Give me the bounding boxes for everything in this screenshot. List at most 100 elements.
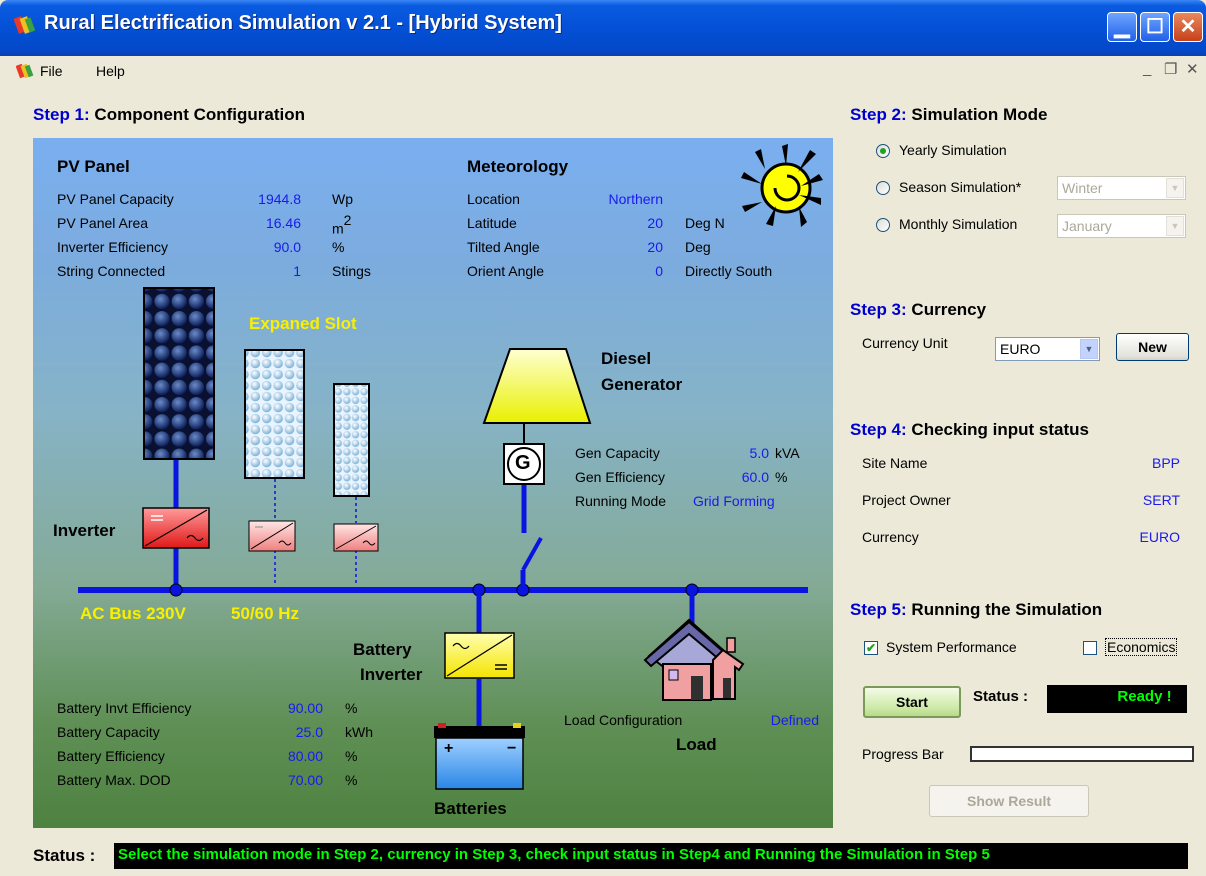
pv-value-capacity: 1944.8 [258, 191, 301, 207]
ac-frequency-label: 50/60 Hz [231, 604, 300, 623]
inverter-icon[interactable] [142, 507, 210, 549]
pv-label-area: PV Panel Area [57, 215, 149, 231]
battery-icon[interactable]: + − [434, 723, 525, 790]
gen-label-mode: Running Mode [575, 493, 667, 509]
pv-unit-area: m2 [332, 212, 352, 237]
statusbar-label: Status : [33, 846, 96, 865]
battery-inverter-label-1: Battery [353, 640, 412, 659]
diesel-label: Diesel [601, 349, 652, 368]
economics-label[interactable]: Economics [1105, 638, 1178, 656]
start-button[interactable]: Start [863, 686, 961, 718]
step5-number: Step 5: [850, 600, 907, 619]
radio-yearly[interactable] [876, 144, 890, 158]
maximize-icon: ☐ [1146, 16, 1164, 38]
diesel-generator-icon[interactable] [482, 348, 592, 485]
sun-icon [741, 144, 823, 227]
gen-label-efficiency: Gen Efficiency [575, 469, 666, 485]
site-name-value: BPP [1151, 455, 1180, 471]
gen-symbol-label: G [515, 452, 531, 474]
load-label: Load [676, 735, 717, 754]
gen-value-capacity: 5.0 [749, 445, 769, 461]
batt-value-efficiency: 80.00 [287, 748, 323, 764]
gen-value-efficiency: 60.0 [741, 469, 769, 485]
gen-value-mode: Grid Forming [693, 493, 775, 509]
document-icon[interactable] [16, 62, 34, 80]
gen-unit-capacity: kVA [775, 445, 800, 461]
pv-panel-expansion-2[interactable] [333, 383, 370, 497]
pv-panel-expansion-1[interactable] [244, 349, 305, 479]
step5-heading: Step 5: Running the Simulation [850, 600, 1102, 620]
title-bar[interactable]: Rural Electrification Simulation v 2.1 -… [0, 0, 1206, 56]
step1-title: Component Configuration [94, 105, 305, 124]
battery-inverter-icon[interactable] [444, 632, 515, 679]
season-select[interactable]: Winter ▼ [1057, 176, 1186, 200]
window-title: Rural Electrification Simulation v 2.1 -… [44, 12, 562, 34]
maximize-button[interactable]: ☐ [1140, 12, 1170, 42]
radio-season-label[interactable]: Season Simulation* [899, 179, 1021, 195]
step1-number: Step 1: [33, 105, 90, 124]
svg-text:−: − [507, 740, 516, 757]
batt-label-dod: Battery Max. DOD [57, 772, 171, 788]
radio-monthly-label[interactable]: Monthly Simulation [899, 216, 1017, 232]
minimize-icon: ▁ [1114, 16, 1130, 38]
pv-unit-capacity: Wp [332, 191, 353, 207]
batt-unit-invt-eff: % [345, 700, 358, 716]
app-icon [14, 16, 36, 34]
generator-label: Generator [601, 375, 683, 394]
chevron-down-icon: ▼ [1166, 216, 1184, 236]
radio-yearly-label[interactable]: Yearly Simulation [899, 142, 1007, 158]
meteo-unit-orient: Directly South [685, 263, 773, 279]
pv-panel-main[interactable] [143, 287, 215, 460]
pv-unit-area-sup: 2 [343, 212, 352, 228]
batt-label-efficiency: Battery Efficiency [57, 748, 165, 764]
progress-bar-label: Progress Bar [862, 746, 944, 762]
gen-unit-efficiency: % [775, 469, 788, 485]
pv-label-string: String Connected [57, 263, 166, 279]
inverter-label: Inverter [53, 521, 116, 540]
system-performance-label[interactable]: System Performance [886, 639, 1017, 655]
battery-inverter-label-2: Inverter [360, 665, 423, 684]
radio-season[interactable] [876, 181, 890, 195]
step3-heading: Step 3: Currency [850, 300, 986, 320]
season-select-value: Winter [1062, 180, 1103, 196]
step2-number: Step 2: [850, 105, 907, 124]
currency-select[interactable]: EURO ▼ [995, 337, 1100, 361]
chevron-down-icon: ▼ [1080, 339, 1098, 359]
menu-file[interactable]: File [40, 63, 63, 79]
load-config-value: Defined [770, 712, 819, 728]
gen-label-capacity: Gen Capacity [575, 445, 660, 461]
expansion-inverter-2-icon[interactable] [333, 523, 379, 552]
step4-heading: Step 4: Checking input status [850, 420, 1089, 440]
batt-unit-capacity: kWh [345, 724, 373, 740]
batt-value-invt-eff: 90.00 [287, 700, 323, 716]
batt-unit-dod: % [345, 772, 358, 788]
batt-label-invt-eff: Battery Invt Efficiency [57, 700, 192, 716]
close-button[interactable]: ✕ [1173, 12, 1203, 42]
pv-panel-title: PV Panel [57, 157, 130, 176]
show-result-button[interactable]: Show Result [929, 785, 1089, 817]
mdi-restore-icon[interactable]: ❐ [1164, 60, 1177, 78]
minimize-button[interactable]: ▁ [1107, 12, 1137, 42]
mdi-minimize-icon[interactable]: _ [1143, 60, 1151, 77]
house-icon[interactable] [643, 618, 745, 701]
month-select[interactable]: January ▼ [1057, 214, 1186, 238]
project-owner-value: SERT [1142, 492, 1180, 508]
currency-status-label: Currency [862, 529, 919, 545]
economics-checkbox[interactable] [1083, 641, 1097, 655]
new-currency-button[interactable]: New [1116, 333, 1189, 361]
meteo-label-latitude: Latitude [467, 215, 517, 231]
meteo-unit-latitude: Deg N [685, 215, 725, 231]
system-performance-checkbox[interactable]: ✔ [864, 641, 878, 655]
pv-value-inverter-eff: 90.0 [273, 239, 301, 255]
pv-unit-inverter-eff: % [332, 239, 345, 255]
step3-title: Currency [911, 300, 987, 319]
run-status-label: Status : [973, 688, 1029, 705]
radio-monthly[interactable] [876, 218, 890, 232]
batt-unit-efficiency: % [345, 748, 358, 764]
currency-select-value: EURO [1000, 341, 1041, 357]
menu-help[interactable]: Help [96, 63, 125, 79]
expansion-inverter-1-icon[interactable] [248, 520, 296, 552]
pv-label-capacity: PV Panel Capacity [57, 191, 174, 207]
mdi-close-icon[interactable]: ✕ [1186, 60, 1199, 78]
currency-unit-label: Currency Unit [862, 335, 948, 351]
